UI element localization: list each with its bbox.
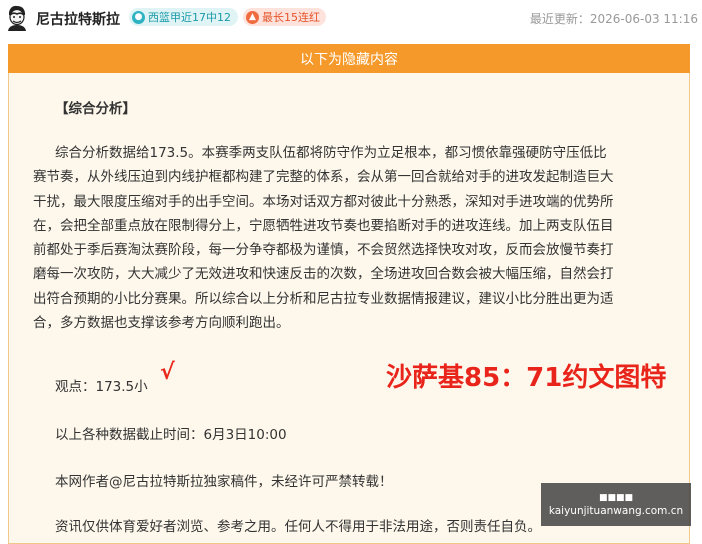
paragraph-line: 磨每一次攻防，大大减少了无效进攻和快速反击的次数，全场进攻回合数会被大幅压缩，自…	[33, 266, 614, 283]
paragraph-line: 出符合预期的小比分赛果。所以综合以上分析和尼古拉专业数据情报建议，建议小比分胜出…	[33, 290, 614, 307]
basketball-icon: ●	[132, 10, 145, 24]
section-title: 【综合分析】	[55, 101, 136, 117]
watermark-logo: ■■■■	[598, 492, 633, 503]
hidden-content-banner: 以下为隐藏内容	[8, 44, 690, 73]
streak-badge-label: 最长15连红	[262, 11, 320, 24]
paragraph-line: 前都处于季后赛淘汰赛阶段，每一分争夺都极为谨慎，不会贸然选择快攻对攻，反而会放慢…	[33, 242, 614, 259]
copyright-notice: 本网作者@尼古拉特斯拉独家稿件，未经许可严禁转载！	[55, 474, 393, 490]
paragraph-line: 综合分析数据给173.5。本赛季两支队伍都将防守作为立足根本，都习惯依靠强硬防守…	[55, 145, 607, 161]
opinion-text: 观点：173.5小	[55, 379, 148, 395]
paragraph-line: 赛节奏，从外线压迫到内线护框都构建了完整的体系，会从第一回合就给对手的进攻发起制…	[33, 169, 614, 186]
author-header: 尼古拉特斯拉 ● 西篮甲近17中12 ▲ 最长15连红 最近更新：2026-06…	[0, 0, 702, 36]
disclaimer-text: 资讯仅供体育爱好者浏览、参考之用。任何人不得用于非法用途，否则责任自负。	[55, 519, 541, 535]
score-result-overlay: 沙萨基85：71约文图特	[386, 363, 667, 393]
paragraph-line: 干扰，最大限度压缩对手的出手空间。本场对话双方都对彼此十分熟悉，深知对手进攻端的…	[33, 193, 614, 210]
paragraph-line: 在，会把全部重点放在限制得分上，宁愿牺牲进攻节奏也要掐断对手的进攻连线。加上两支…	[33, 217, 614, 234]
author-name[interactable]: 尼古拉特斯拉	[36, 9, 120, 29]
hidden-content-banner-label: 以下为隐藏内容	[300, 51, 398, 68]
author-avatar[interactable]	[4, 3, 29, 31]
check-mark-icon: √	[160, 360, 175, 385]
last-updated-timestamp: 最近更新：2026-06-03 11:16	[529, 12, 698, 26]
data-deadline-text: 以上各种数据截止时间：6月3日10:00	[55, 427, 287, 443]
site-watermark: ■■■■ kaiyunjituanwang.com.cn	[541, 483, 691, 526]
record-badge-label: 西篮甲近17中12	[148, 11, 231, 24]
record-badge: ● 西篮甲近17中12	[129, 8, 238, 26]
analysis-paragraph: 综合分析数据给173.5。本赛季两支队伍都将防守作为立足根本，都习惯依靠强硬防守…	[33, 141, 673, 335]
streak-badge: ▲ 最长15连红	[243, 8, 326, 26]
watermark-domain: kaiyunjituanwang.com.cn	[548, 504, 684, 517]
paragraph-line: 合，多方数据也支撑该参考方向顺利跑出。	[33, 315, 290, 332]
flame-icon: ▲	[246, 10, 259, 24]
